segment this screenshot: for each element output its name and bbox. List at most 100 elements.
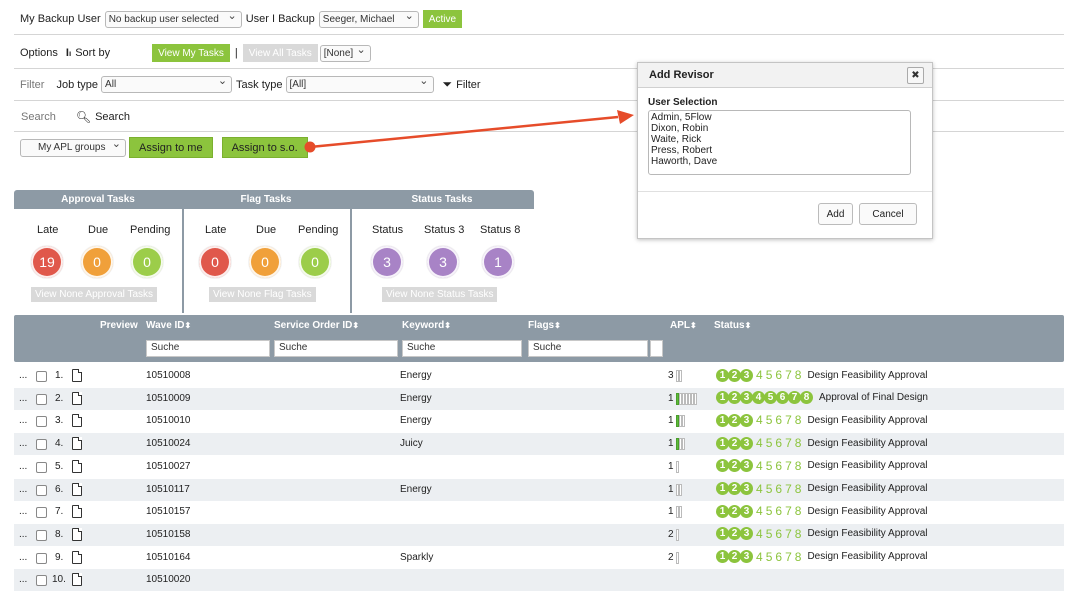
wave-id-cell[interactable]: 10510027 [146, 461, 191, 472]
table-row[interactable]: ... 5. 10510027 1 1 2 3 4 5 6 7 8 Design Feasibility… [14, 456, 1064, 478]
row-menu-icon[interactable]: ... [19, 370, 27, 381]
approval-late-count[interactable]: 19 [31, 246, 63, 278]
col-service-order-id[interactable]: Service Order ID⬍ [274, 320, 359, 331]
document-icon[interactable] [72, 482, 82, 496]
wave-id-cell[interactable]: 10510020 [146, 574, 191, 585]
wave-id-search-input[interactable]: Suche [146, 340, 270, 357]
document-icon[interactable] [72, 505, 82, 519]
close-icon[interactable]: ✖ [907, 67, 924, 84]
row-menu-icon[interactable]: ... [19, 438, 27, 449]
table-row[interactable]: ... 1. 10510008 Energy 3 1 2 3 4 5 6 7 8 Design Feasi… [14, 365, 1064, 387]
add-button[interactable]: Add [818, 203, 853, 225]
sort-icon[interactable]: Iı [66, 47, 71, 59]
wave-id-cell[interactable]: 10510157 [146, 506, 191, 517]
job-type-select[interactable]: All [101, 74, 233, 93]
sort-icon[interactable]: ⬍ [352, 321, 359, 330]
filter-button[interactable]: Filter [456, 79, 480, 91]
assign-to-so-button[interactable]: Assign to s.o. [221, 137, 308, 158]
user-option[interactable]: Haworth, Dave [651, 156, 908, 167]
row-checkbox[interactable] [36, 461, 47, 473]
document-icon[interactable] [72, 459, 82, 473]
row-checkbox[interactable] [36, 507, 47, 519]
document-icon[interactable] [72, 437, 82, 451]
sort-icon[interactable]: ⬍ [745, 321, 752, 330]
col-flags[interactable]: Flags⬍ [528, 320, 561, 331]
row-checkbox[interactable] [36, 552, 47, 564]
document-icon[interactable] [72, 527, 82, 541]
flag-pending-count[interactable]: 0 [299, 246, 331, 278]
user-option[interactable]: Waite, Rick [651, 134, 908, 145]
assign-to-me-button[interactable]: Assign to me [129, 137, 213, 158]
wave-id-cell[interactable]: 10510009 [146, 393, 191, 404]
row-checkbox[interactable] [36, 575, 47, 587]
row-checkbox[interactable] [36, 416, 47, 428]
document-icon[interactable] [72, 369, 82, 382]
status-count-1[interactable]: 3 [371, 246, 403, 278]
row-checkbox[interactable] [36, 484, 47, 496]
active-button[interactable]: Active [422, 10, 463, 28]
sort-by-label[interactable]: Sort by [75, 47, 110, 59]
wave-id-cell[interactable]: 10510117 [146, 484, 190, 495]
view-none-approval-button[interactable]: View None Approval Tasks [31, 287, 158, 302]
row-menu-icon[interactable]: ... [19, 461, 27, 472]
view-my-tasks-button[interactable]: View My Tasks [152, 44, 230, 62]
sort-icon[interactable]: ⬍ [554, 321, 561, 330]
user-option[interactable]: Admin, 5Flow [651, 112, 908, 123]
flags-search-input[interactable]: Suche [528, 340, 648, 357]
sort-icon[interactable]: ⬍ [690, 321, 697, 330]
keyword-search-input[interactable]: Suche [402, 340, 522, 357]
approval-due-count[interactable]: 0 [81, 246, 113, 278]
table-row[interactable]: ... 8. 10510158 2 1 2 3 4 5 6 7 8 Design Feasibility… [14, 523, 1064, 546]
col-wave-id[interactable]: Wave ID⬍ [146, 320, 191, 331]
user-option[interactable]: Dixon, Robin [651, 123, 908, 134]
row-menu-icon[interactable]: ... [19, 552, 27, 563]
row-menu-icon[interactable]: ... [19, 529, 27, 540]
col-apl[interactable]: APL⬍ [670, 320, 697, 331]
table-row[interactable]: ... 3. 10510010 Energy 1 1 2 3 4 5 6 7 8 Design Feasi… [14, 410, 1064, 432]
status-count-3[interactable]: 3 [427, 246, 459, 278]
task-type-select[interactable]: [All] [285, 74, 434, 93]
document-icon[interactable] [72, 391, 82, 405]
table-row[interactable]: ... 6. 10510117 Energy 1 1 2 3 4 5 6 7 8 Design Feasi… [14, 478, 1064, 501]
row-menu-icon[interactable]: ... [19, 574, 27, 585]
row-checkbox[interactable] [36, 529, 47, 541]
apl-filter-checkbox[interactable] [650, 340, 663, 357]
view-none-status-button[interactable]: View None Status Tasks [382, 287, 498, 302]
row-menu-icon[interactable]: ... [19, 393, 27, 404]
approval-pending-count[interactable]: 0 [131, 246, 163, 278]
row-checkbox[interactable] [36, 439, 47, 451]
table-row[interactable]: ... 4. 10510024 Juicy 1 1 2 3 4 5 6 7 8 Design Feasib… [14, 433, 1064, 456]
wave-id-cell[interactable]: 10510164 [146, 552, 191, 563]
document-icon[interactable] [72, 573, 82, 587]
flag-due-count[interactable]: 0 [249, 246, 281, 278]
wave-id-cell[interactable]: 10510008 [146, 370, 191, 381]
sort-icon[interactable]: ⬍ [444, 321, 451, 330]
row-checkbox[interactable] [36, 371, 47, 382]
document-icon[interactable] [72, 414, 82, 428]
col-keyword[interactable]: Keyword⬍ [402, 320, 451, 331]
flag-late-count[interactable]: 0 [199, 246, 231, 278]
search-link[interactable]: Search [95, 111, 130, 123]
search-icon[interactable]: 🔍︎ [76, 110, 91, 124]
apl-groups-select[interactable]: My APL groups [20, 137, 126, 157]
i-backup-select[interactable]: Seeger, Michael [318, 9, 419, 28]
service-order-search-input[interactable]: Suche [274, 340, 398, 357]
table-row[interactable]: ... 9. 10510164 Sparkly 2 1 2 3 4 5 6 7 8 Design Feas… [14, 547, 1064, 569]
view-all-tasks-button[interactable]: View All Tasks [242, 44, 318, 62]
my-backup-select[interactable]: No backup user selected [104, 9, 242, 28]
none-select[interactable]: [None] [319, 43, 371, 62]
table-row[interactable]: ... 7. 10510157 1 1 2 3 4 5 6 7 8 Design Feasibility… [14, 501, 1064, 523]
filter-icon[interactable]: ⏷ [443, 77, 453, 92]
row-menu-icon[interactable]: ... [19, 484, 27, 495]
wave-id-cell[interactable]: 10510024 [146, 438, 191, 449]
row-menu-icon[interactable]: ... [19, 506, 27, 517]
row-checkbox[interactable] [36, 393, 47, 405]
row-menu-icon[interactable]: ... [19, 415, 27, 426]
status-count-8[interactable]: 1 [482, 246, 514, 278]
table-row[interactable]: ... 2. 10510009 Energy 1 1 2 3 4 5 6 7 8 Approval of … [14, 387, 1064, 410]
view-none-flag-button[interactable]: View None Flag Tasks [209, 287, 316, 302]
col-status[interactable]: Status⬍ [714, 320, 751, 331]
cancel-button[interactable]: Cancel [859, 203, 917, 225]
user-option[interactable]: Press, Robert [651, 145, 908, 156]
user-selection-list[interactable]: Admin, 5Flow Dixon, Robin Waite, Rick Pr… [648, 110, 911, 175]
